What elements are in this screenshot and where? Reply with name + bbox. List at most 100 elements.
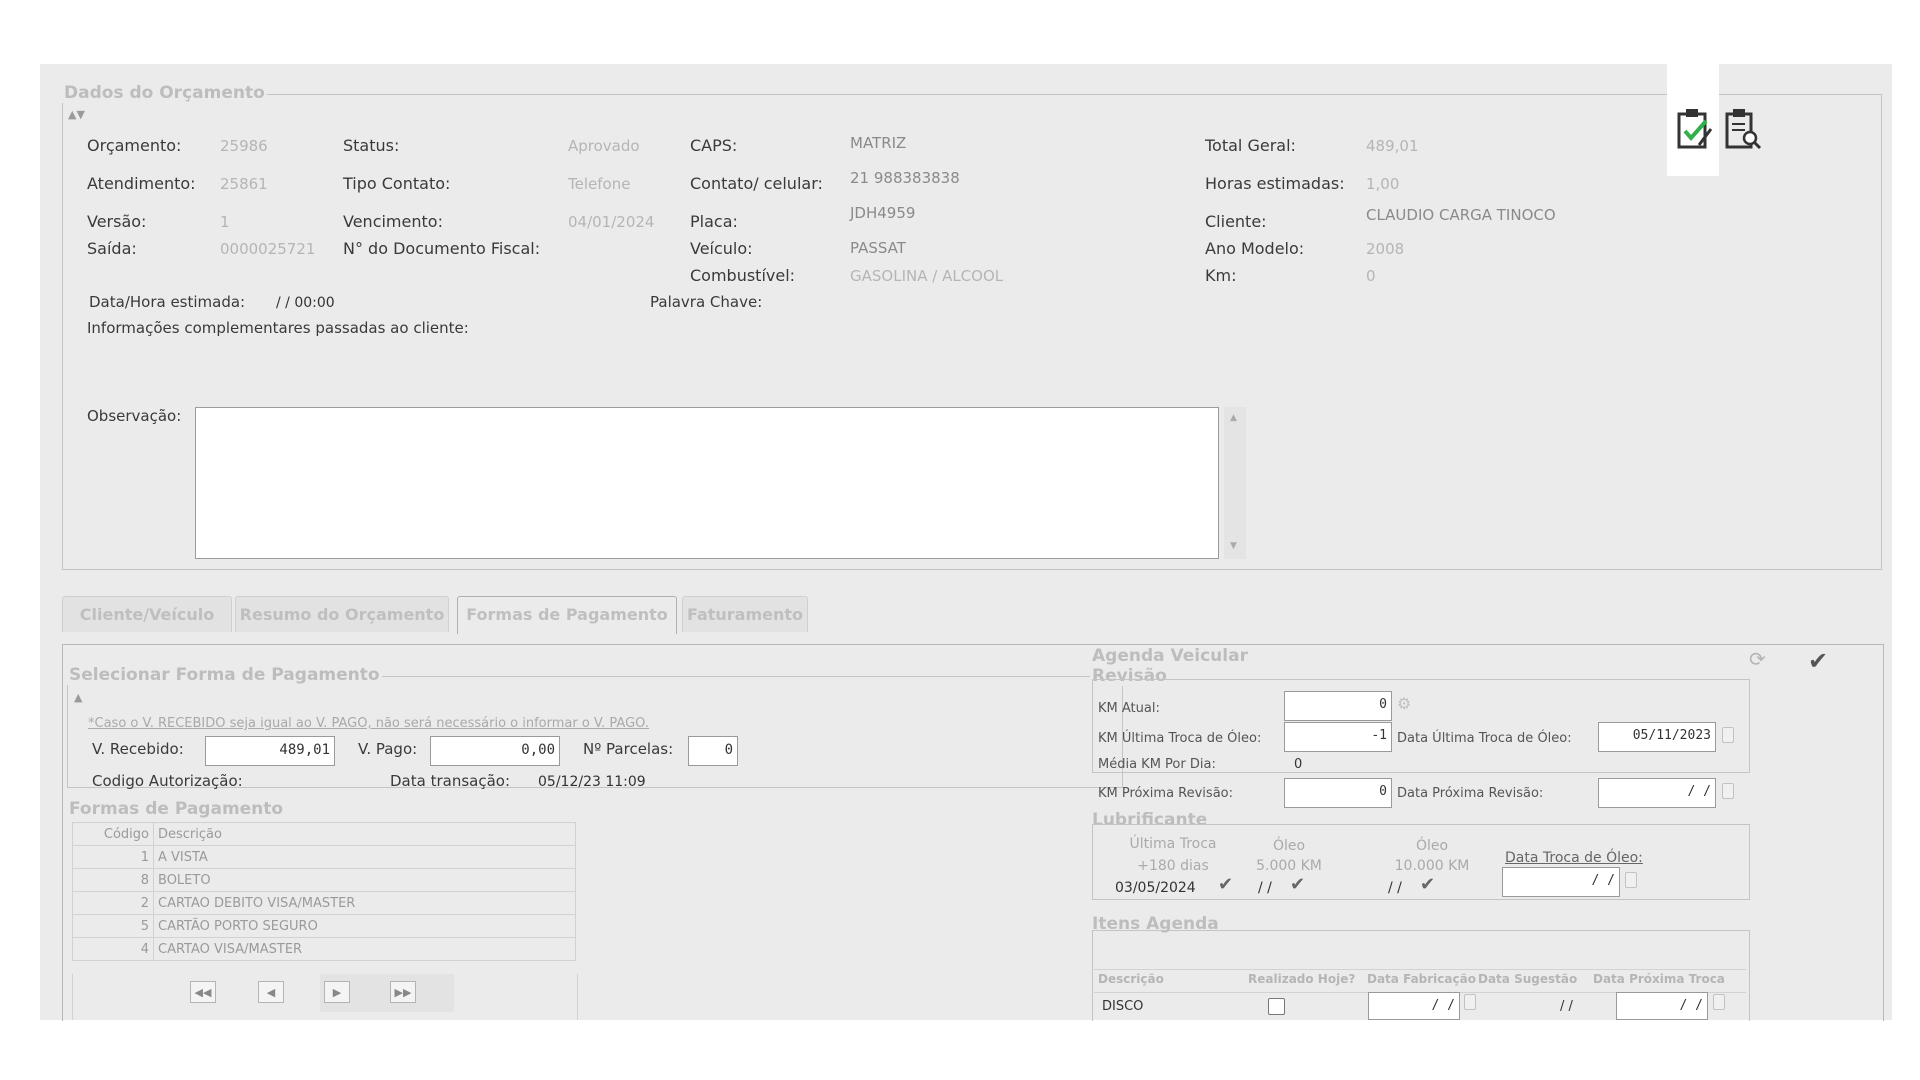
observacao-scrollbar[interactable]: ▲ ▼ bbox=[1224, 407, 1246, 559]
km-ultima-label: KM Última Troca de Óleo: bbox=[1098, 731, 1262, 746]
oleo5-check-icon[interactable]: ✔ bbox=[1290, 874, 1305, 895]
scroll-down-icon[interactable]: ▼ bbox=[1230, 541, 1237, 551]
table-row[interactable]: 4 CARTAO VISA/MASTER bbox=[72, 937, 576, 961]
formas-pagamento-legend: Formas de Pagamento bbox=[67, 799, 286, 819]
tab-faturamento[interactable]: Faturamento bbox=[682, 596, 808, 632]
v-recebido-input[interactable]: 489,01 bbox=[205, 736, 335, 766]
data-proxima-label: Data Próxima Revisão: bbox=[1397, 786, 1544, 801]
palavra-chave-label: Palavra Chave: bbox=[650, 293, 763, 311]
row-codigo: 1 bbox=[72, 845, 154, 869]
contato-label: Contato/ celular: bbox=[690, 174, 823, 193]
status-value: Aprovado bbox=[568, 137, 640, 155]
table-row[interactable]: 1 A VISTA bbox=[72, 845, 576, 869]
col-realizado-header: Realizado Hoje? bbox=[1248, 972, 1356, 986]
selecionar-pagamento-legend: Selecionar Forma de Pagamento bbox=[67, 665, 382, 685]
observacao-textarea[interactable] bbox=[195, 407, 1219, 559]
horas-label: Horas estimadas: bbox=[1205, 174, 1345, 193]
data-troca-label: Data Troca de Óleo: bbox=[1505, 850, 1643, 866]
tab-cliente-veiculo[interactable]: Cliente/Veículo bbox=[62, 596, 232, 632]
cliente-value: CLAUDIO CARGA TINOCO bbox=[1366, 206, 1556, 224]
data-troca-calendar-icon[interactable] bbox=[1625, 872, 1637, 888]
ultima-troca-sub: +180 dias bbox=[1137, 858, 1209, 874]
orcamento-window: Dados do Orçamento ▲▼ Orçamento: 25986 A… bbox=[40, 64, 1892, 1021]
oleo5-value: / / bbox=[1258, 880, 1272, 896]
observacao-label: Observação: bbox=[87, 407, 182, 425]
ultima-troca-check-icon[interactable]: ✔ bbox=[1218, 874, 1233, 895]
dados-orcamento-legend: Dados do Orçamento bbox=[62, 83, 267, 103]
tab-formas-pagamento[interactable]: Formas de Pagamento bbox=[457, 596, 677, 634]
item-proxima-calendar-icon[interactable] bbox=[1713, 994, 1725, 1010]
tipo-contato-label: Tipo Contato: bbox=[343, 174, 451, 193]
data-proxima-calendar-icon[interactable] bbox=[1722, 783, 1734, 799]
refresh-icon[interactable]: ⟳ bbox=[1749, 647, 1766, 671]
first-page-icon[interactable]: ◀◀ bbox=[190, 981, 216, 1003]
row-descricao: BOLETO bbox=[153, 868, 576, 892]
row-codigo: 2 bbox=[72, 891, 154, 915]
data-hora-label: Data/Hora estimada: bbox=[89, 293, 246, 311]
col-sugestao-header: Data Sugestão bbox=[1478, 972, 1578, 986]
row-codigo: 4 bbox=[72, 937, 154, 961]
item-proxima-input[interactable]: / / bbox=[1616, 992, 1708, 1020]
col-fabricacao-header: Data Fabricação bbox=[1367, 972, 1476, 986]
transacao-value: 05/12/23 11:09 bbox=[538, 774, 646, 790]
v-pago-input[interactable]: 0,00 bbox=[430, 736, 560, 766]
total-value: 489,01 bbox=[1366, 137, 1419, 155]
caps-label: CAPS: bbox=[690, 136, 738, 155]
km-atual-input[interactable]: 0 bbox=[1284, 691, 1392, 721]
status-label: Status: bbox=[343, 136, 400, 155]
table-row[interactable]: 8 BOLETO bbox=[72, 868, 576, 892]
prev-page-icon[interactable]: ◀ bbox=[258, 981, 284, 1003]
item-fabricacao-input[interactable]: / / bbox=[1368, 992, 1460, 1020]
item-fabricacao-calendar-icon[interactable] bbox=[1464, 994, 1476, 1010]
combustivel-label: Combustível: bbox=[690, 266, 796, 285]
next-page-icon[interactable]: ▶ bbox=[324, 981, 350, 1003]
versao-value: 1 bbox=[220, 213, 230, 231]
table-row[interactable]: 5 CARTÃO PORTO SEGURO bbox=[72, 914, 576, 938]
data-proxima-input[interactable]: / / bbox=[1598, 778, 1716, 808]
placa-label: Placa: bbox=[690, 212, 738, 231]
nf-label: N° do Documento Fiscal: bbox=[343, 239, 541, 258]
tipo-contato-value: Telefone bbox=[568, 175, 631, 193]
autorizacao-label: Codigo Autorização: bbox=[92, 772, 243, 790]
tab-resumo-orcamento[interactable]: Resumo do Orçamento bbox=[235, 596, 449, 632]
km-label: Km: bbox=[1205, 266, 1237, 285]
km-proxima-input[interactable]: 0 bbox=[1284, 778, 1392, 808]
scroll-up-icon[interactable]: ▲ bbox=[1230, 413, 1237, 423]
view-clipboard-icon[interactable] bbox=[1723, 107, 1763, 155]
oleo10-sub: 10.000 KM bbox=[1394, 858, 1470, 874]
horas-value: 1,00 bbox=[1366, 175, 1400, 193]
media-km-label: Média KM Por Dia: bbox=[1098, 757, 1216, 772]
km-value: 0 bbox=[1366, 267, 1376, 285]
oleo10-label: Óleo bbox=[1415, 838, 1449, 854]
row-codigo: 5 bbox=[72, 914, 154, 938]
vencimento-label: Vencimento: bbox=[343, 212, 443, 231]
col-codigo-header: Código bbox=[72, 822, 154, 846]
data-troca-input[interactable]: / / bbox=[1502, 867, 1620, 897]
confirm-check-icon[interactable]: ✔ bbox=[1808, 647, 1828, 675]
data-ultima-input[interactable]: 05/11/2023 bbox=[1598, 722, 1716, 752]
km-ultima-input[interactable]: -1 bbox=[1284, 722, 1392, 752]
combustivel-value: GASOLINA / ALCOOL bbox=[850, 267, 1004, 285]
row-descricao: A VISTA bbox=[153, 845, 576, 869]
oleo10-check-icon[interactable]: ✔ bbox=[1420, 874, 1435, 895]
placa-value: JDH4959 bbox=[850, 204, 916, 222]
atendimento-label: Atendimento: bbox=[87, 174, 196, 193]
data-ultima-calendar-icon[interactable] bbox=[1722, 727, 1734, 743]
collapse-expand-icon[interactable]: ▲▼ bbox=[68, 108, 85, 121]
data-hora-value: / / 00:00 bbox=[276, 295, 335, 311]
caps-value: MATRIZ bbox=[850, 134, 907, 152]
row-descricao: CARTÃO PORTO SEGURO bbox=[153, 914, 576, 938]
item-realizado-checkbox[interactable] bbox=[1268, 998, 1285, 1015]
veiculo-label: Veículo: bbox=[690, 239, 753, 258]
cliente-label: Cliente: bbox=[1205, 212, 1267, 231]
parcelas-input[interactable]: 0 bbox=[688, 736, 738, 766]
item-sugestao-value: / / bbox=[1560, 999, 1573, 1014]
last-page-icon[interactable]: ▶▶ bbox=[390, 981, 416, 1003]
row-descricao: CARTAO VISA/MASTER bbox=[153, 937, 576, 961]
km-proxima-label: KM Próxima Revisão: bbox=[1098, 786, 1233, 801]
approve-clipboard-icon[interactable] bbox=[1667, 64, 1719, 176]
table-row[interactable]: 2 CARTAO DEBITO VISA/MASTER bbox=[72, 891, 576, 915]
km-gear-icon[interactable]: ⚙ bbox=[1397, 694, 1411, 713]
collapse-icon[interactable]: ▲ bbox=[74, 691, 82, 704]
saida-value: 0000025721 bbox=[220, 240, 316, 258]
